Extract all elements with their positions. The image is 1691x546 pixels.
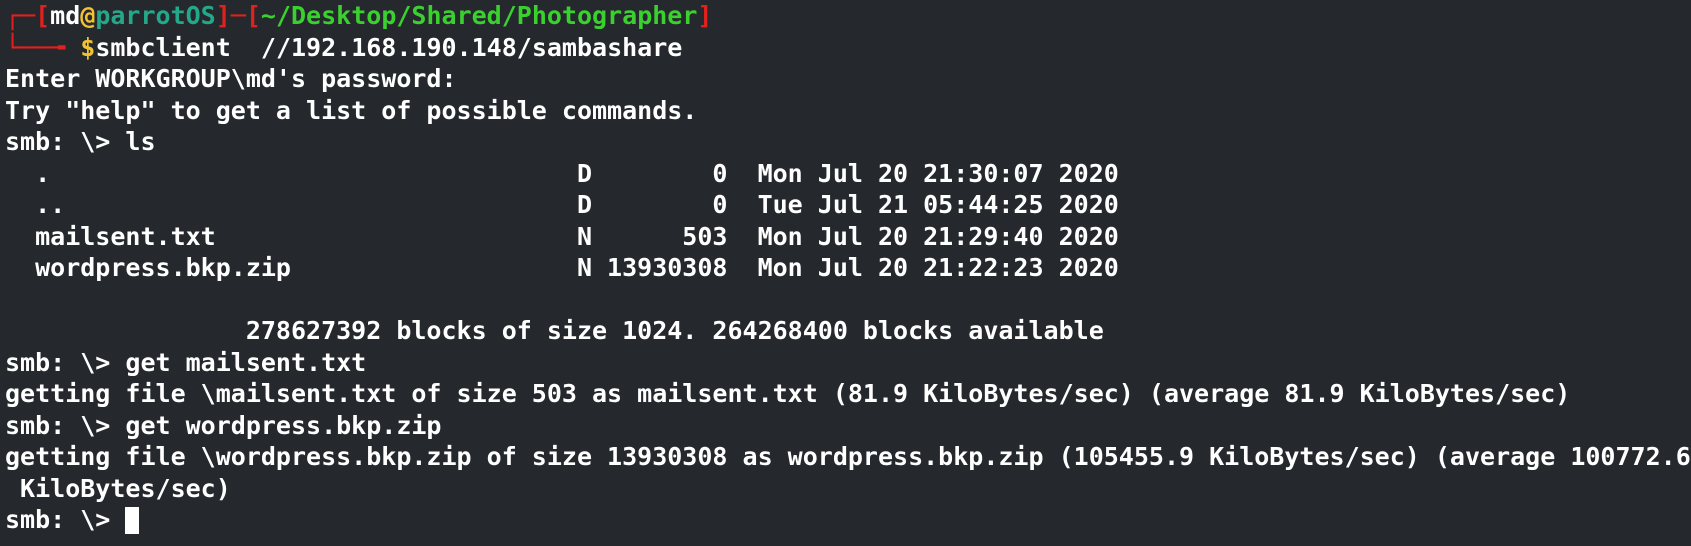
output-line: getting file \mailsent.txt of size 503 a… [5,379,1571,408]
prompt-dollar: $ [80,32,96,62]
prompt-host: parrotOS [95,1,216,30]
prompt-close: ] [697,1,713,30]
output-line: Try "help" to get a list of possible com… [5,95,698,125]
output-line: smb: \> get mailsent.txt [5,347,367,377]
final-prompt-line[interactable]: smb: \> [5,504,1687,536]
prompt-separator: ]─[ [215,1,261,30]
listing-row: .. D 0 Tue Jul 21 05:44:25 2020 [5,190,1119,219]
output-line: smb: \> get wordpress.bkp.zip [5,410,442,440]
prompt-user: md [50,1,81,30]
prompt-line-top: ┌─[md@parrotOS]─[~/Desktop/Shared/Photog… [5,0,1687,32]
smb-prompt: smb: \> [5,505,126,534]
listing-row: . D 0 Mon Jul 20 21:30:07 2020 [5,158,1119,188]
output-line: getting file \wordpress.bkp.zip of size … [5,442,1691,471]
command-text: smbclient //192.168.190.148/sambashare [95,32,683,62]
output-line: Enter WORKGROUP\md's password: [5,64,457,93]
output-line: KiloBytes/sec) [5,473,231,503]
output-line: smb: \> ls [5,127,156,156]
prompt-at: @ [80,1,96,30]
terminal-output[interactable]: ┌─[md@parrotOS]─[~/Desktop/Shared/Photog… [5,0,1691,536]
prompt-path: ~/Desktop/Shared/Photographer [260,1,698,30]
prompt-box-bottom: └──╼ [5,32,81,62]
output-line: 278627392 blocks of size 1024. 264268400… [5,316,1104,345]
prompt-box-top: ┌─[ [5,1,51,30]
listing-row: mailsent.txt N 503 Mon Jul 20 21:29:40 2… [5,221,1119,251]
prompt-line-bottom: └──╼ $smbclient //192.168.190.148/sambas… [5,32,1687,64]
text-cursor[interactable] [125,507,140,534]
listing-row: wordpress.bkp.zip N 13930308 Mon Jul 20 … [5,253,1119,282]
